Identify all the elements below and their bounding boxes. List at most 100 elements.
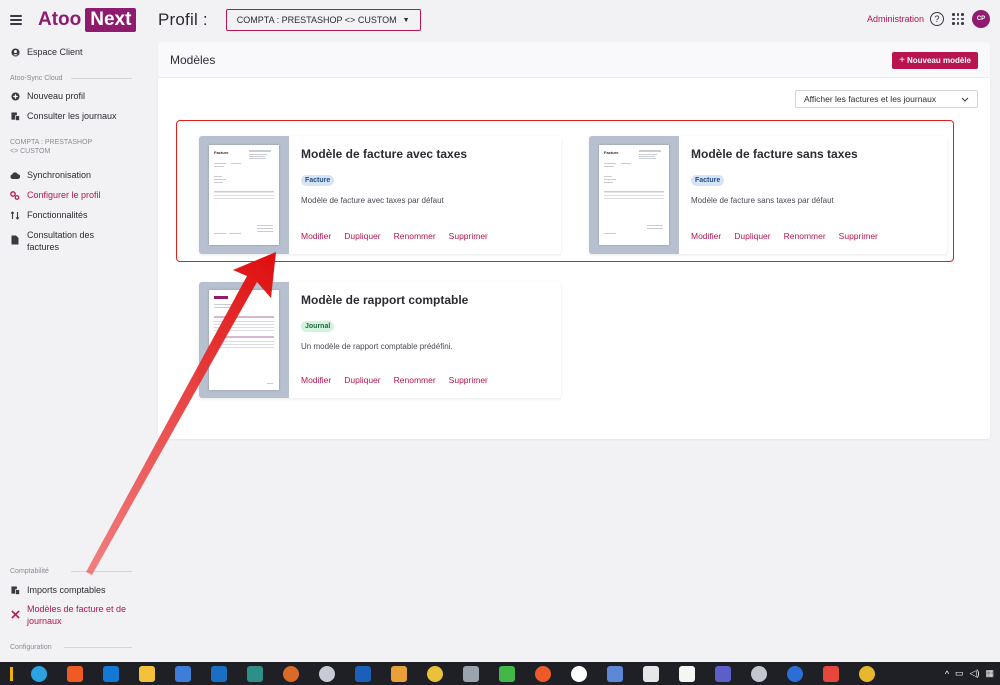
supprimer-link[interactable]: Supprimer bbox=[449, 375, 488, 385]
card-thumbnail: Facture bbox=[199, 136, 289, 254]
model-card[interactable]: Modèle de rapport comptable Journal Un m… bbox=[199, 282, 561, 398]
menu-icon[interactable] bbox=[10, 15, 22, 25]
dupliquer-link[interactable]: Dupliquer bbox=[344, 375, 380, 385]
sidebar: Atoo Next Espace Client Atoo-Sync Cloud … bbox=[0, 0, 140, 662]
model-card[interactable]: Facture Modèle de facture avec taxes Fac… bbox=[199, 136, 561, 254]
dupliquer-link[interactable]: Dupliquer bbox=[344, 231, 380, 241]
ftp-icon[interactable] bbox=[391, 665, 407, 682]
apps-grid-icon[interactable] bbox=[952, 13, 964, 25]
card-actions: Modifier Dupliquer Renommer Supprimer bbox=[691, 231, 891, 241]
app-icon[interactable] bbox=[283, 665, 299, 682]
section-configuration: Configuration bbox=[0, 637, 140, 655]
printer-icon[interactable] bbox=[463, 665, 479, 682]
supprimer-link[interactable]: Supprimer bbox=[839, 231, 878, 241]
logo-next: Next bbox=[85, 8, 137, 32]
sidebar-item-imports-comptables[interactable]: Imports comptables bbox=[0, 580, 140, 600]
topbar-right: Administration ? CP bbox=[867, 10, 990, 28]
teamviewer-icon[interactable] bbox=[571, 665, 587, 682]
card-description: Un modèle de rapport comptable prédéfini… bbox=[301, 342, 453, 351]
sidebar-item-consultation-factures[interactable]: Consultation des factures bbox=[0, 225, 140, 257]
supprimer-link[interactable]: Supprimer bbox=[449, 231, 488, 241]
profile-select[interactable]: COMPTA : PRESTASHOP <> CUSTOM ▼ bbox=[225, 9, 421, 31]
mail-icon[interactable] bbox=[355, 665, 371, 682]
new-model-button[interactable]: + Nouveau modèle bbox=[892, 52, 978, 69]
calendar-icon[interactable] bbox=[211, 665, 227, 682]
plus-icon: + bbox=[899, 55, 905, 66]
new-model-label: Nouveau modèle bbox=[906, 56, 971, 65]
teams-icon[interactable] bbox=[715, 665, 731, 682]
powerpoint-icon[interactable] bbox=[823, 665, 839, 682]
card-body: Modèle de facture avec taxes Facture Mod… bbox=[289, 136, 561, 254]
plus-circle-icon bbox=[10, 91, 20, 101]
section-profile: COMPTA : PRESTASHOP <> CUSTOM bbox=[10, 139, 93, 155]
filter-select[interactable]: Afficher les factures et les journaux bbox=[795, 90, 978, 108]
renommer-link[interactable]: Renommer bbox=[394, 231, 436, 241]
sidebar-item-label: Consulter les journaux bbox=[27, 111, 117, 121]
page-title: Profil : bbox=[158, 10, 208, 29]
avatar[interactable]: CP bbox=[972, 10, 990, 28]
sidebar-item-consulter-journaux[interactable]: Consulter les journaux bbox=[0, 106, 140, 126]
help-icon[interactable]: ? bbox=[930, 12, 944, 26]
section-comptabilite: Comptabilité bbox=[0, 561, 140, 579]
system-tray: ^ ▭ ◁) ▦ bbox=[939, 668, 994, 679]
card-thumbnail: Facture bbox=[589, 136, 679, 254]
profile-select-value: COMPTA : PRESTASHOP <> CUSTOM bbox=[236, 15, 397, 25]
pen-icon[interactable] bbox=[535, 665, 551, 682]
sidebar-item-configurer-profil[interactable]: Configurer le profil bbox=[0, 185, 140, 205]
sidebar-item-label: Espace Client bbox=[27, 47, 83, 57]
keyboard-icon[interactable]: ▦ bbox=[985, 668, 994, 679]
section-cloud-label: Atoo-Sync Cloud bbox=[10, 75, 63, 82]
chrome-icon[interactable] bbox=[859, 665, 875, 682]
start-icon[interactable] bbox=[10, 666, 13, 681]
card-description: Modèle de facture sans taxes par défaut bbox=[691, 196, 834, 205]
brand-bar: Atoo Next bbox=[0, 0, 140, 40]
steam-icon[interactable] bbox=[319, 665, 335, 682]
journal-icon bbox=[10, 111, 20, 121]
chevron-up-icon[interactable]: ^ bbox=[945, 669, 949, 679]
user-circle-icon bbox=[10, 47, 20, 57]
spark-icon[interactable] bbox=[427, 665, 443, 682]
sidebar-item-label: Fonctionnalités bbox=[27, 210, 88, 220]
marker-icon[interactable] bbox=[499, 665, 515, 682]
renommer-link[interactable]: Renommer bbox=[784, 231, 826, 241]
network-icon[interactable] bbox=[607, 665, 623, 682]
topbar: Profil : COMPTA : PRESTASHOP <> CUSTOM ▼… bbox=[158, 0, 1000, 40]
section-configuration-label: Configuration bbox=[10, 644, 52, 651]
store-icon[interactable] bbox=[175, 665, 191, 682]
model-card[interactable]: Facture Modèle de facture sans taxes Fac… bbox=[589, 136, 947, 254]
sidebar-item-synchronisation[interactable]: Synchronisation bbox=[0, 165, 140, 185]
modifier-link[interactable]: Modifier bbox=[301, 231, 331, 241]
chat-icon[interactable] bbox=[751, 665, 767, 682]
sidebar-item-nouveau-profil[interactable]: Nouveau profil bbox=[0, 86, 140, 106]
sidebar-item-fonctionnalites[interactable]: Fonctionnalités bbox=[0, 205, 140, 225]
explorer-icon[interactable] bbox=[139, 665, 155, 682]
modifier-link[interactable]: Modifier bbox=[691, 231, 721, 241]
volume-icon[interactable]: ◁) bbox=[970, 668, 980, 679]
sidebar-item-label: Imports comptables bbox=[27, 585, 106, 595]
invoice-preview: Facture bbox=[599, 145, 669, 245]
card-title: Modèle de facture avec taxes bbox=[301, 147, 468, 161]
modifier-link[interactable]: Modifier bbox=[301, 375, 331, 385]
panel-title: Modèles bbox=[170, 52, 216, 67]
renommer-link[interactable]: Renommer bbox=[394, 375, 436, 385]
sidebar-item-modeles[interactable]: Modèles de facture et de journaux bbox=[0, 599, 140, 631]
sidebar-item-label: Synchronisation bbox=[27, 170, 92, 180]
administration-link[interactable]: Administration bbox=[867, 14, 924, 24]
section-cloud: Atoo-Sync Cloud bbox=[0, 68, 140, 86]
invoice-preview: Facture bbox=[209, 145, 279, 245]
file-icon[interactable] bbox=[643, 665, 659, 682]
sidebar-item-label: Modèles de facture et de journaux bbox=[27, 604, 127, 626]
terminal-icon[interactable] bbox=[679, 665, 695, 682]
outlook-icon[interactable] bbox=[103, 665, 119, 682]
app2-icon[interactable] bbox=[787, 665, 803, 682]
network-tray-icon[interactable]: ▭ bbox=[955, 668, 964, 679]
document-icon bbox=[10, 235, 20, 245]
card-actions: Modifier Dupliquer Renommer Supprimer bbox=[301, 231, 501, 241]
notes-icon[interactable] bbox=[247, 665, 263, 682]
sidebar-item-espace-client[interactable]: Espace Client bbox=[0, 42, 140, 62]
brave-icon[interactable] bbox=[67, 665, 83, 682]
edge-icon[interactable] bbox=[31, 665, 47, 682]
panel-header: Modèles + Nouveau modèle bbox=[158, 42, 990, 78]
dupliquer-link[interactable]: Dupliquer bbox=[734, 231, 770, 241]
gears-icon bbox=[10, 190, 20, 200]
